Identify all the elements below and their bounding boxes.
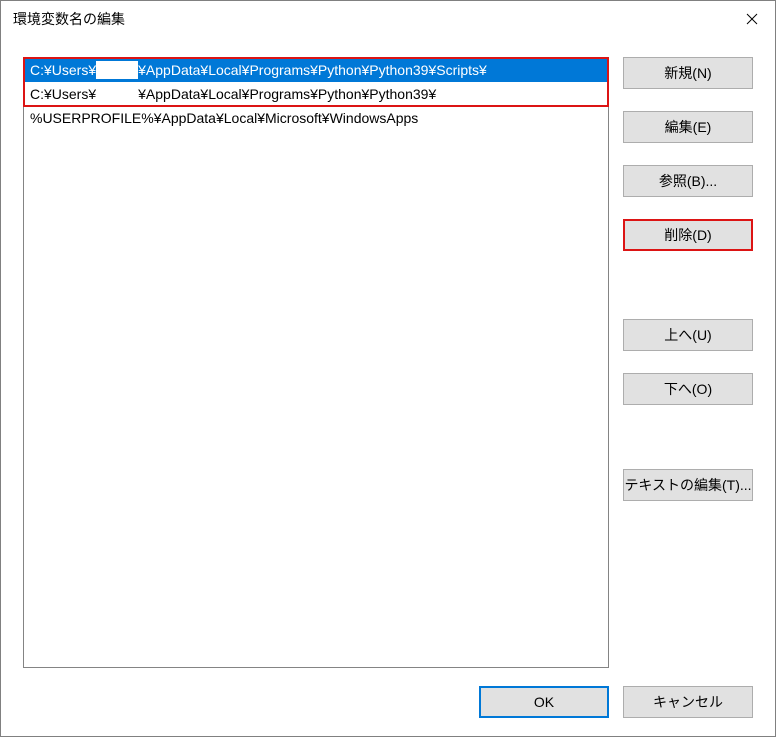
dialog-footer: OK キャンセル (23, 686, 753, 718)
redacted-segment: . (96, 85, 138, 103)
edit-text-button[interactable]: テキストの編集(T)... (623, 469, 753, 501)
spacer (623, 427, 753, 469)
titlebar: 環境変数名の編集 (1, 1, 775, 37)
move-down-button[interactable]: 下へ(O) (623, 373, 753, 405)
dialog-window: 環境変数名の編集 C:¥Users¥.¥AppData¥Local¥Progra… (0, 0, 776, 737)
path-text: %USERPROFILE%¥AppData¥Local¥Microsoft¥Wi… (30, 106, 418, 130)
side-button-column: 新規(N) 編集(E) 参照(B)... 削除(D) 上へ(U) 下へ(O) テ… (623, 57, 753, 668)
list-item[interactable]: C:¥Users¥.¥AppData¥Local¥Programs¥Python… (24, 58, 608, 82)
path-prefix: C:¥Users¥ (30, 82, 96, 106)
edit-button[interactable]: 編集(E) (623, 111, 753, 143)
dialog-content: C:¥Users¥.¥AppData¥Local¥Programs¥Python… (1, 37, 775, 736)
path-suffix: ¥AppData¥Local¥Programs¥Python¥Python39¥ (138, 82, 436, 106)
close-icon (746, 13, 758, 25)
list-container: C:¥Users¥.¥AppData¥Local¥Programs¥Python… (23, 57, 609, 668)
ok-button[interactable]: OK (479, 686, 609, 718)
cancel-button[interactable]: キャンセル (623, 686, 753, 718)
list-item[interactable]: %USERPROFILE%¥AppData¥Local¥Microsoft¥Wi… (24, 106, 608, 130)
window-title: 環境変数名の編集 (13, 9, 729, 29)
close-button[interactable] (729, 1, 775, 37)
main-area: C:¥Users¥.¥AppData¥Local¥Programs¥Python… (23, 57, 753, 668)
path-suffix: ¥AppData¥Local¥Programs¥Python¥Python39¥… (138, 58, 487, 82)
new-button[interactable]: 新規(N) (623, 57, 753, 89)
browse-button[interactable]: 参照(B)... (623, 165, 753, 197)
path-prefix: C:¥Users¥ (30, 58, 96, 82)
redacted-segment: . (96, 61, 138, 79)
spacer (623, 273, 753, 319)
move-up-button[interactable]: 上へ(U) (623, 319, 753, 351)
delete-button[interactable]: 削除(D) (623, 219, 753, 251)
path-listbox[interactable]: C:¥Users¥.¥AppData¥Local¥Programs¥Python… (23, 57, 609, 668)
list-item[interactable]: C:¥Users¥.¥AppData¥Local¥Programs¥Python… (24, 82, 608, 106)
